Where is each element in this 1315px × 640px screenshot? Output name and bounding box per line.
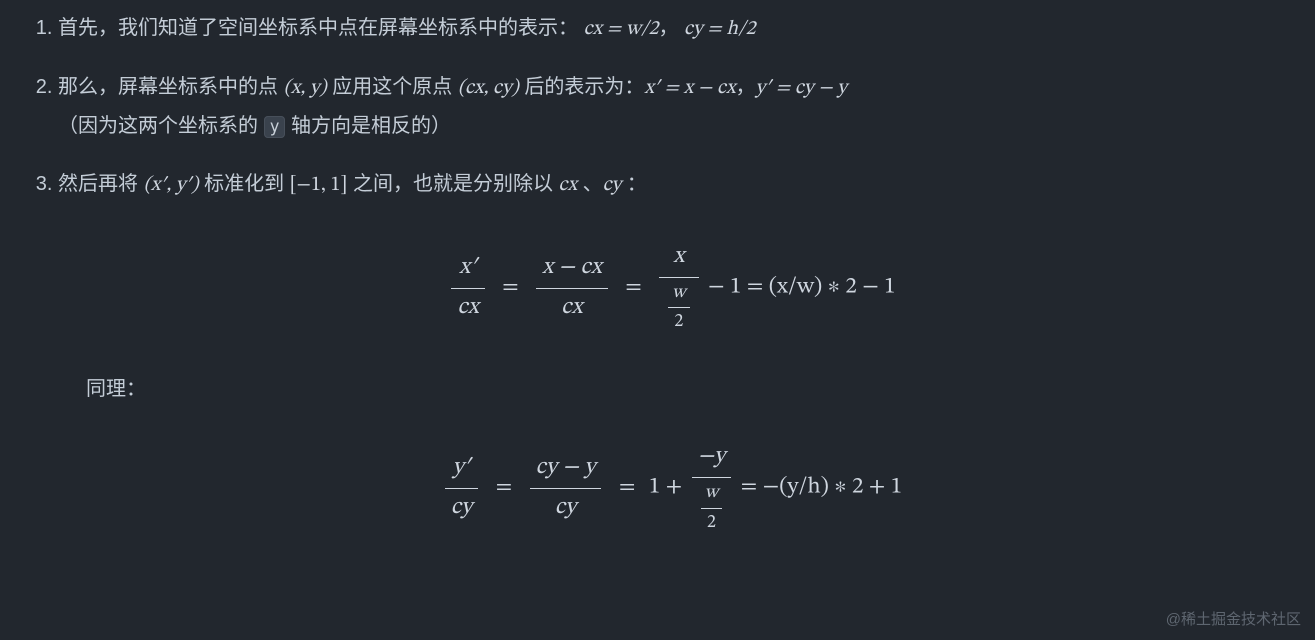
- item1-text: 首先，我们知道了空间坐标系中点在屏幕坐标系中的表示：: [58, 17, 578, 39]
- formula-1: x′ cx = x − cx cx = x w 2 − 1 = (x/w) ∗ …: [58, 239, 1285, 337]
- code-y: y: [264, 116, 286, 138]
- item2-m3: x′ = x − cx: [644, 78, 735, 98]
- item3-t1: 然后再将: [58, 173, 144, 195]
- item1-math-b: cy = h/2: [684, 19, 756, 39]
- item3-m4: cy: [603, 175, 622, 195]
- item2-sep: ，: [736, 76, 756, 98]
- f2-frac3: −y w 2: [692, 439, 732, 537]
- item3-t4: 、: [577, 173, 603, 195]
- item1-math-a: cx = w/2: [584, 19, 659, 39]
- f1-tail: − 1 = (x/w) ∗ 2 − 1: [708, 276, 896, 299]
- item1-sep: ，: [658, 17, 678, 39]
- item2-m1: (x, y): [284, 78, 327, 98]
- item3-m1: (x′, y′): [144, 175, 199, 195]
- item2-t3: 后的表示为：: [519, 76, 645, 98]
- item2-line2: （因为这两个坐标系的 y 轴方向是相反的）: [58, 110, 1285, 142]
- item2-m4: y′ = cy − y: [756, 78, 847, 98]
- same-reason: 同理：: [86, 373, 1285, 405]
- list-item-3: 然后再将 (x′, y′) 标准化到 [−1, 1] 之间，也就是分别除以 cx…: [58, 168, 1285, 537]
- item3-t3: 之间，也就是分别除以: [347, 173, 558, 195]
- f2-frac2: cy − y cy: [530, 450, 602, 527]
- list-item-1: 首先，我们知道了空间坐标系中点在屏幕坐标系中的表示： cx = w/2， cy …: [58, 12, 1285, 45]
- item2-line2a: （因为这两个坐标系的: [58, 115, 264, 137]
- ordered-list: 首先，我们知道了空间坐标系中点在屏幕坐标系中的表示： cx = w/2， cy …: [30, 12, 1285, 537]
- f1-frac3: x w 2: [659, 239, 698, 337]
- item2-t2: 应用这个原点: [327, 76, 458, 98]
- f2-tail: = −(y/h) ∗ 2 + 1: [741, 476, 902, 499]
- item3-t2: 标准化到: [199, 173, 290, 195]
- item3-m2: [−1, 1]: [290, 175, 348, 195]
- f2-mid: 1 +: [649, 476, 682, 499]
- item2-line2b: 轴方向是相反的）: [285, 115, 451, 137]
- f2-frac1: y′ cy: [445, 450, 478, 527]
- item2-t1: 那么，屏幕坐标系中的点: [58, 76, 284, 98]
- document-body: 首先，我们知道了空间坐标系中点在屏幕坐标系中的表示： cx = w/2， cy …: [0, 0, 1315, 573]
- list-item-2: 那么，屏幕坐标系中的点 (x, y) 应用这个原点 (cx, cy) 后的表示为…: [58, 71, 1285, 142]
- f1-frac2: x − cx cx: [536, 250, 608, 327]
- watermark: @稀土掘金技术社区: [1166, 608, 1301, 632]
- formula-2: y′ cy = cy − y cy = 1 + −y w 2 = −(y/h) …: [58, 439, 1285, 537]
- item2-m2: (cx, cy): [458, 78, 519, 98]
- f1-frac1: x′ cx: [451, 250, 484, 327]
- item3-m3: cx: [559, 175, 578, 195]
- item3-t5: ：: [621, 173, 647, 195]
